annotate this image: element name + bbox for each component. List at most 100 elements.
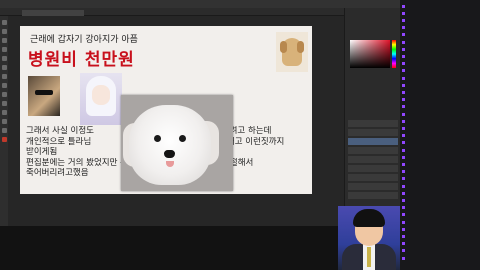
badge-icon xyxy=(402,134,405,138)
badge-icon xyxy=(402,220,405,224)
badge-icon xyxy=(402,191,405,195)
hue-slider[interactable] xyxy=(392,40,396,68)
tools-panel xyxy=(0,16,8,226)
badge-icon xyxy=(402,83,405,87)
foreground-color-swatch[interactable] xyxy=(1,137,7,142)
chat-message xyxy=(402,190,478,197)
stamp-tool-icon[interactable] xyxy=(1,74,7,79)
chat-message xyxy=(402,68,478,75)
layer-row[interactable] xyxy=(348,156,398,163)
badge-icon xyxy=(402,256,405,260)
chat-message xyxy=(402,46,478,53)
chat-message xyxy=(402,118,478,125)
badge-icon xyxy=(402,47,405,51)
big-title-text: 병원비 천만원 xyxy=(28,50,135,70)
badge-icon xyxy=(402,155,405,159)
layer-row[interactable] xyxy=(348,183,398,190)
chat-message xyxy=(402,32,478,39)
badge-icon xyxy=(402,198,405,202)
chat-message xyxy=(402,212,478,219)
puppy-illustration-image xyxy=(276,32,308,72)
chat-message xyxy=(402,97,478,104)
chat-message xyxy=(402,205,478,212)
document-canvas[interactable]: 근래에 갑자기 강아지가 아픔 병원비 천만원 그래서 사실 이정도 찬하려고 하… xyxy=(20,26,312,194)
crop-tool-icon[interactable] xyxy=(1,47,7,52)
badge-icon xyxy=(402,141,405,145)
chat-message xyxy=(402,154,478,161)
layers-panel xyxy=(348,120,398,220)
hand-tool-icon[interactable] xyxy=(1,128,7,133)
text-tool-icon[interactable] xyxy=(1,101,7,106)
badge-icon xyxy=(402,4,405,8)
chat-message xyxy=(402,133,478,140)
chat-message xyxy=(402,197,478,204)
badge-icon xyxy=(402,126,405,130)
eraser-tool-icon[interactable] xyxy=(1,83,7,88)
badge-icon xyxy=(402,11,405,15)
badge-icon xyxy=(402,76,405,80)
layer-row[interactable] xyxy=(348,174,398,181)
chat-message xyxy=(402,61,478,68)
chat-message xyxy=(402,169,478,176)
color-picker-field[interactable] xyxy=(350,40,390,68)
badge-icon xyxy=(402,242,405,246)
streamer-avatar-cam xyxy=(338,206,400,270)
chat-message xyxy=(402,147,478,154)
chat-message xyxy=(402,248,478,255)
badge-icon xyxy=(402,249,405,253)
badge-icon xyxy=(402,148,405,152)
chat-message xyxy=(402,140,478,147)
photoshop-menubar xyxy=(0,0,400,8)
badge-icon xyxy=(402,227,405,231)
badge-icon xyxy=(402,184,405,188)
badge-icon xyxy=(402,62,405,66)
badge-icon xyxy=(402,98,405,102)
stream-chat xyxy=(400,0,480,270)
layer-row[interactable] xyxy=(348,129,398,136)
badge-icon xyxy=(402,213,405,217)
layer-row[interactable] xyxy=(348,120,398,127)
chat-message xyxy=(402,161,478,168)
chat-message xyxy=(402,241,478,248)
chat-message xyxy=(402,3,478,10)
lasso-tool-icon[interactable] xyxy=(1,38,7,43)
screen: 근래에 갑자기 강아지가 아픔 병원비 천만원 그래서 사실 이정도 찬하려고 하… xyxy=(0,0,480,270)
chat-message xyxy=(402,219,478,226)
eyedropper-tool-icon[interactable] xyxy=(1,56,7,61)
badge-icon xyxy=(402,162,405,166)
badge-icon xyxy=(402,119,405,123)
badge-icon xyxy=(402,90,405,94)
chat-message xyxy=(402,255,478,262)
badge-icon xyxy=(402,18,405,22)
white-dog-photo[interactable] xyxy=(121,95,233,191)
badge-icon xyxy=(402,170,405,174)
gradient-tool-icon[interactable] xyxy=(1,92,7,97)
badge-icon xyxy=(402,177,405,181)
brush-tool-icon[interactable] xyxy=(1,65,7,70)
chat-message xyxy=(402,183,478,190)
chat-message xyxy=(402,39,478,46)
chat-message xyxy=(402,111,478,118)
layer-row[interactable] xyxy=(348,147,398,154)
anime-girl-image xyxy=(80,73,122,125)
layer-row[interactable] xyxy=(348,165,398,172)
headline-text: 근래에 갑자기 강아지가 아픔 xyxy=(30,35,138,45)
badge-icon xyxy=(402,33,405,37)
badge-icon xyxy=(402,235,405,238)
layer-row[interactable] xyxy=(348,138,398,145)
shape-tool-icon[interactable] xyxy=(1,119,7,124)
marquee-tool-icon[interactable] xyxy=(1,29,7,34)
badge-icon xyxy=(402,112,405,116)
move-tool-icon[interactable] xyxy=(1,20,7,25)
chat-message xyxy=(402,17,478,24)
badge-icon xyxy=(402,69,405,73)
layer-row[interactable] xyxy=(348,192,398,199)
chat-message xyxy=(402,75,478,82)
sunglasses-man-image xyxy=(28,76,60,116)
chat-message xyxy=(402,89,478,96)
chat-message xyxy=(402,226,478,233)
badge-icon xyxy=(402,206,405,210)
chat-message xyxy=(402,82,478,89)
pen-tool-icon[interactable] xyxy=(1,110,7,115)
chat-message xyxy=(402,10,478,17)
